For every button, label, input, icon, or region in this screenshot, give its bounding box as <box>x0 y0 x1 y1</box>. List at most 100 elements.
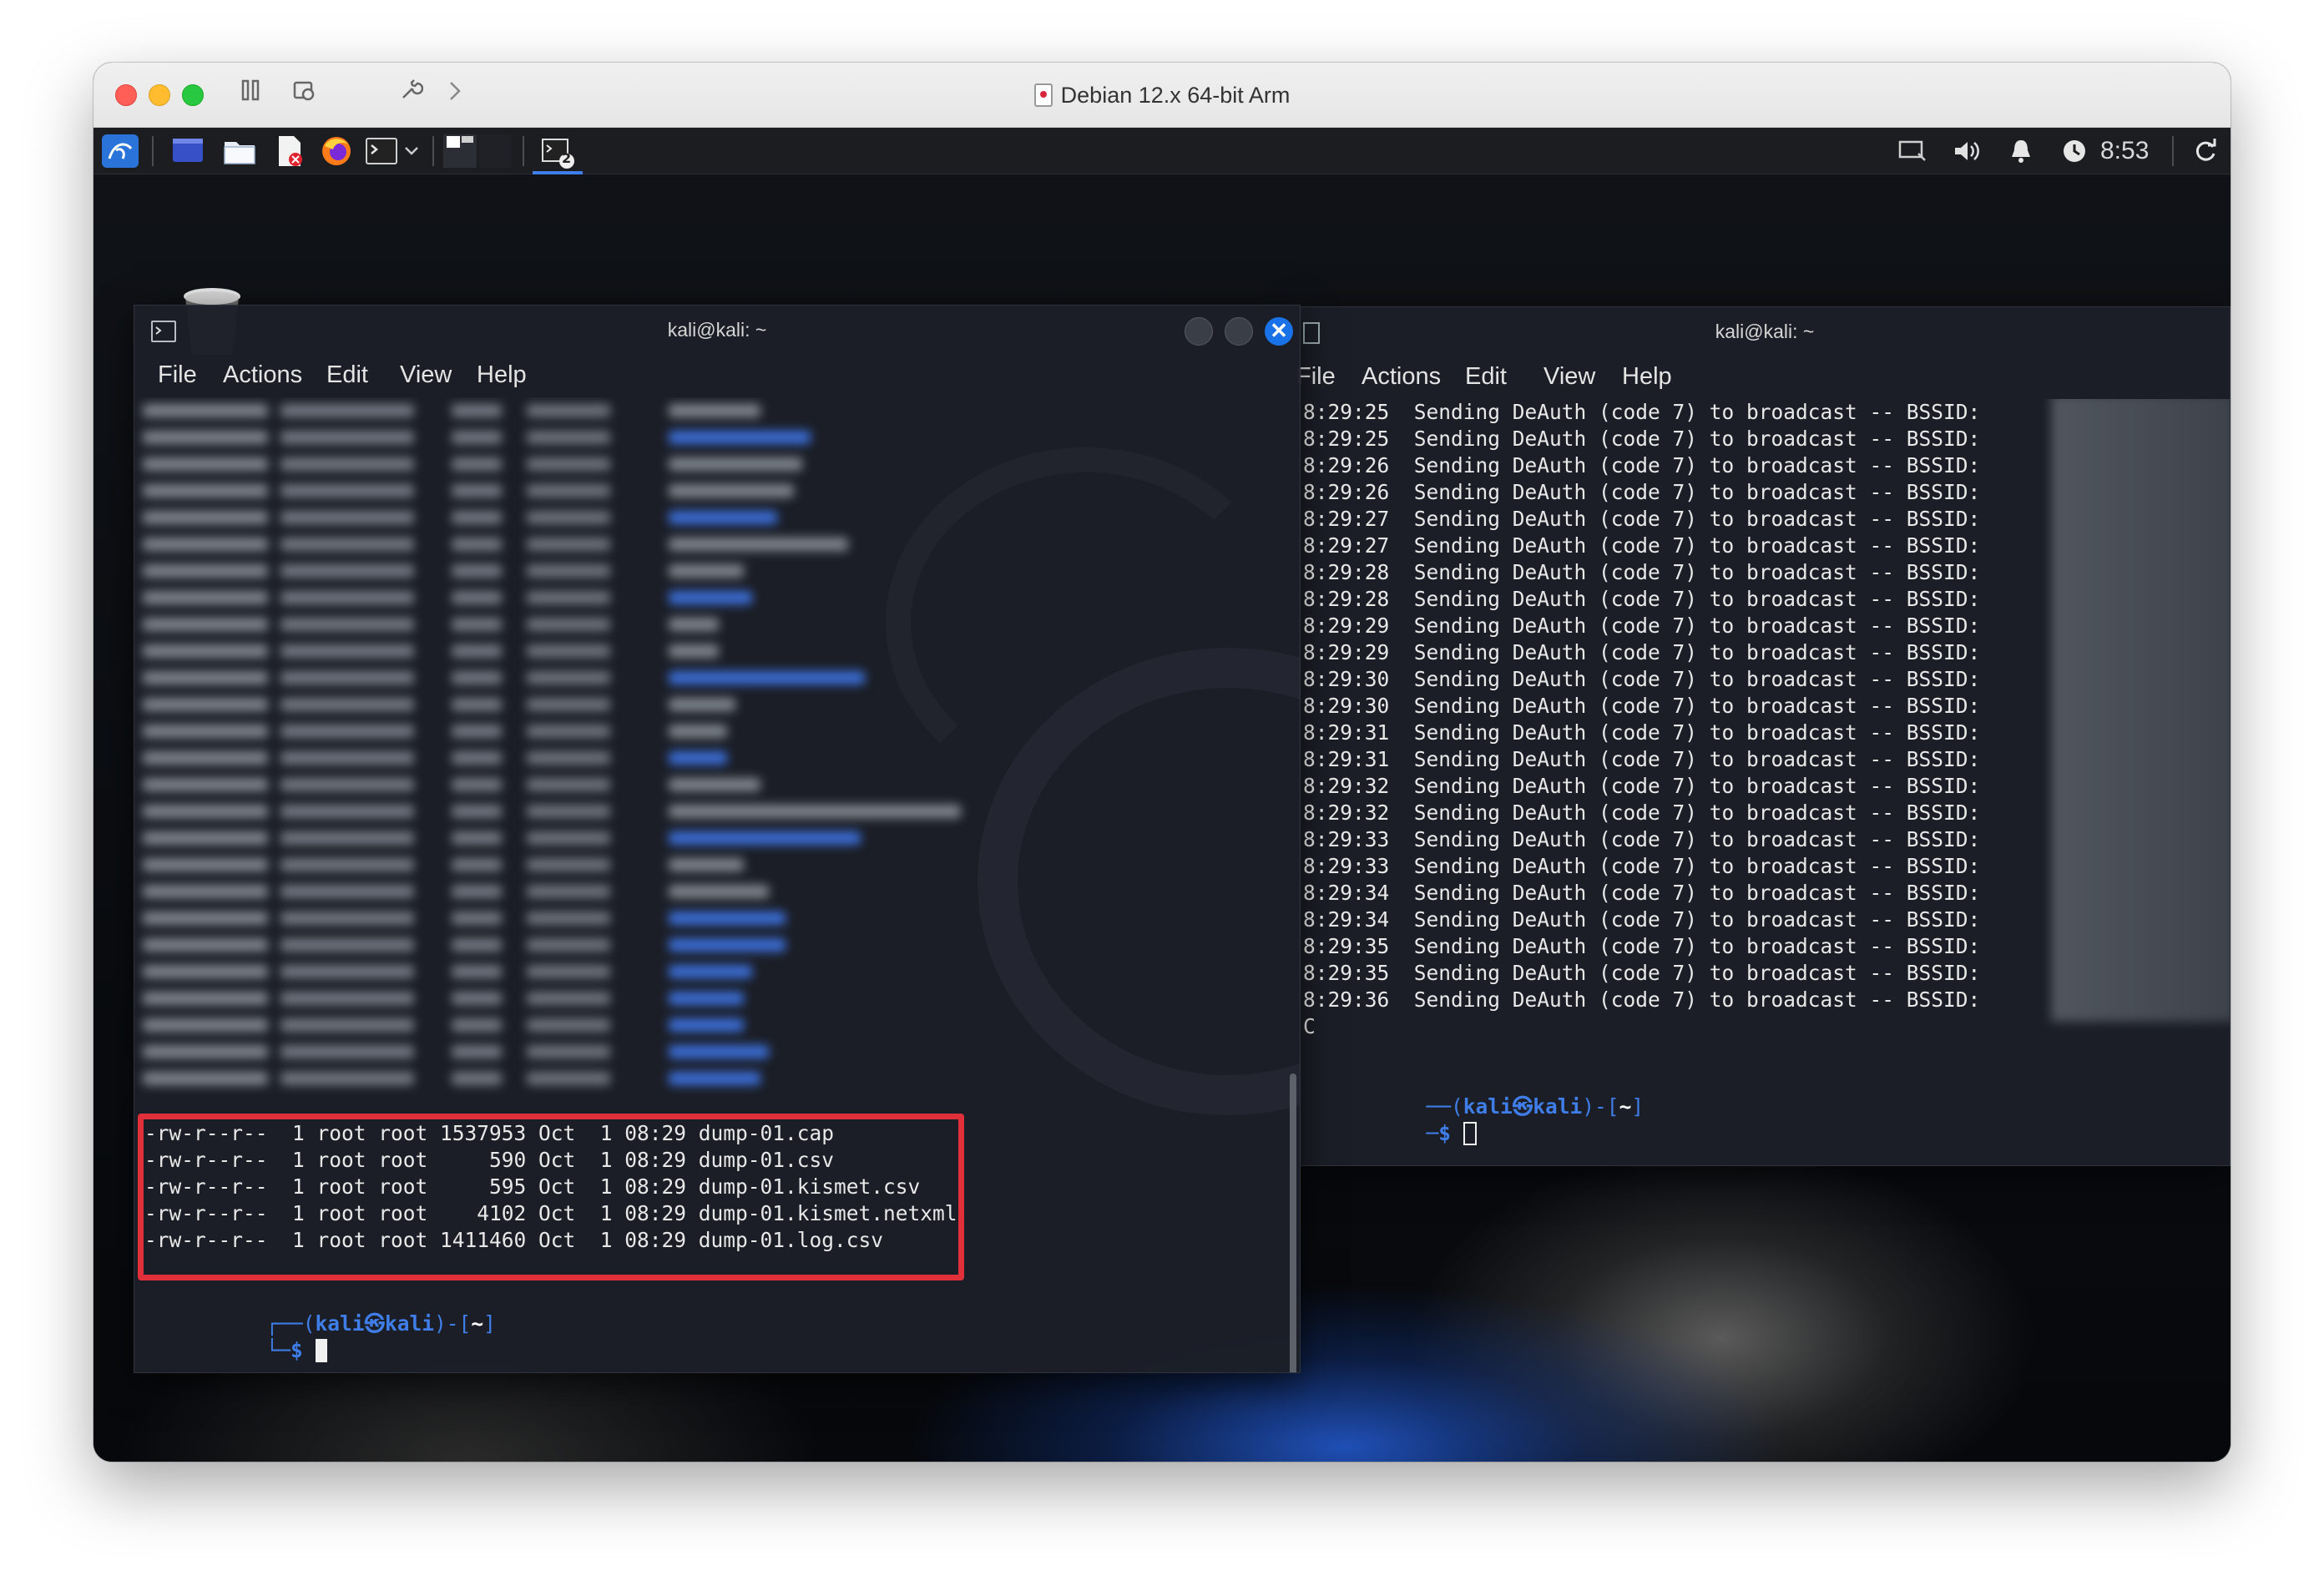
menu-view[interactable]: View <box>1543 356 1595 397</box>
terminal-window-right[interactable]: kali@kali: ~ File Actions Edit View Help… <box>1296 306 2231 1166</box>
prompt-user: kali㉿kali <box>1463 1094 1583 1119</box>
terminal-right-title: kali@kali: ~ <box>1715 321 1815 342</box>
deauth-time: 8:29:31 <box>1303 747 1390 771</box>
deauth-time: 8:29:34 <box>1303 907 1390 932</box>
terminal-right-menubar: File Actions Edit View Help <box>1296 356 2230 397</box>
deauth-message: Sending DeAuth (code 7) to broadcast -- … <box>1413 400 1981 424</box>
menu-help[interactable]: Help <box>1622 356 1672 397</box>
scrollbar[interactable] <box>1290 1073 1296 1372</box>
menu-file[interactable]: File <box>1296 356 1336 397</box>
terminal-left-titlebar[interactable]: kali@kali: ~ ✕ <box>134 306 1300 354</box>
chevron-down-icon[interactable] <box>401 134 422 168</box>
top-panel: 2 8:53 <box>93 128 2231 174</box>
deauth-message: Sending DeAuth (code 7) to broadcast -- … <box>1413 854 1981 878</box>
guest-desktop: 2 8:53 kali@kali: ~ File Actions Edit Vi… <box>93 128 2231 1462</box>
deauth-line: 8:29:27 Sending DeAuth (code 7) to broad… <box>1303 533 1980 559</box>
deauth-line: 8:29:35 Sending DeAuth (code 7) to broad… <box>1303 960 1980 987</box>
deauth-message: Sending DeAuth (code 7) to broadcast -- … <box>1413 907 1981 932</box>
kali-menu-icon[interactable] <box>100 134 140 168</box>
deauth-time: 8:29:35 <box>1303 934 1390 958</box>
deauth-line: 8:29:36 Sending DeAuth (code 7) to broad… <box>1303 987 1980 1013</box>
deauth-line: 8:29:32 Sending DeAuth (code 7) to broad… <box>1303 773 1980 800</box>
file-line-log-csv: -rw-r--r-- 1 root root 1411460 Oct 1 08:… <box>144 1228 884 1252</box>
menu-file[interactable]: File <box>158 354 197 396</box>
deauth-line: 8:29:33 Sending DeAuth (code 7) to broad… <box>1303 853 1980 880</box>
menu-actions[interactable]: Actions <box>1362 356 1441 397</box>
deauth-message: Sending DeAuth (code 7) to broadcast -- … <box>1413 774 1981 798</box>
bell-icon[interactable] <box>2003 134 2039 168</box>
screen-icon[interactable] <box>1895 134 1930 168</box>
deauth-time: 8:29:30 <box>1303 667 1390 691</box>
text-editor-icon[interactable] <box>270 134 309 168</box>
deauth-line: 8:29:28 Sending DeAuth (code 7) to broad… <box>1303 586 1980 613</box>
deauth-message: Sending DeAuth (code 7) to broadcast -- … <box>1413 747 1981 771</box>
file-line-csv: -rw-r--r-- 1 root root 590 Oct 1 08:29 d… <box>144 1148 835 1172</box>
deauth-message: Sending DeAuth (code 7) to broadcast -- … <box>1413 480 1981 504</box>
terminal-icon[interactable] <box>362 134 401 168</box>
deauth-line: 8:29:27 Sending DeAuth (code 7) to broad… <box>1303 506 1980 533</box>
deauth-time: 8:29:25 <box>1303 400 1390 424</box>
deauth-message: Sending DeAuth (code 7) to broadcast -- … <box>1413 587 1981 611</box>
terminal-right-titlebar[interactable]: kali@kali: ~ <box>1300 307 2230 356</box>
deauth-time: 8:29:31 <box>1303 720 1390 745</box>
deauth-line: 8:29:30 Sending DeAuth (code 7) to broad… <box>1303 666 1980 693</box>
prompt-dir: ~ <box>1619 1094 1632 1119</box>
deauth-message: Sending DeAuth (code 7) to broadcast -- … <box>1413 427 1981 451</box>
vm-title: Debian 12.x 64-bit Arm <box>93 63 2231 128</box>
terminal-left-menubar: File Actions Edit View Help <box>134 354 1300 396</box>
menu-edit[interactable]: Edit <box>326 354 368 396</box>
firefox-icon[interactable] <box>317 134 356 168</box>
deauth-message: Sending DeAuth (code 7) to broadcast -- … <box>1413 881 1981 905</box>
volume-icon[interactable] <box>1950 134 1985 168</box>
terminal-left-output[interactable]: -rw-r--r-- 1 root root 1537953 Oct 1 08:… <box>134 397 1300 1372</box>
vm-titlebar: Debian 12.x 64-bit Arm <box>93 63 2231 128</box>
deauth-line: 8:29:33 Sending DeAuth (code 7) to broad… <box>1303 826 1980 853</box>
deauth-time: 8:29:34 <box>1303 881 1390 905</box>
deauth-line: 8:29:31 Sending DeAuth (code 7) to broad… <box>1303 720 1980 746</box>
menu-edit[interactable]: Edit <box>1465 356 1507 397</box>
deauth-line: 8:29:25 Sending DeAuth (code 7) to broad… <box>1303 399 1980 426</box>
file-line-cap: -rw-r--r-- 1 root root 1537953 Oct 1 08:… <box>144 1121 835 1145</box>
deauth-line: 8:29:30 Sending DeAuth (code 7) to broad… <box>1303 693 1980 720</box>
menu-view[interactable]: View <box>400 354 452 396</box>
maximize-button[interactable] <box>1225 317 1253 346</box>
terminal-left-title: kali@kali: ~ <box>667 319 767 341</box>
deauth-message: Sending DeAuth (code 7) to broadcast -- … <box>1413 560 1981 584</box>
deauth-time: 8:29:32 <box>1303 774 1390 798</box>
close-button[interactable]: ✕ <box>1265 317 1293 346</box>
deauth-line: 8:29:34 Sending DeAuth (code 7) to broad… <box>1303 907 1980 933</box>
deauth-line: 8:29:26 Sending DeAuth (code 7) to broad… <box>1303 452 1980 479</box>
deauth-time: 8:29:28 <box>1303 587 1390 611</box>
power-icon[interactable] <box>2057 134 2092 168</box>
blurred-directory-listing <box>134 397 1019 1107</box>
vm-title-text: Debian 12.x 64-bit Arm <box>1060 83 1291 108</box>
deauth-time: 8:29:33 <box>1303 854 1390 878</box>
workspace-switcher-icon[interactable] <box>439 134 516 168</box>
prompt-input-right[interactable]: ─$ <box>1303 1094 1477 1145</box>
deauth-message: Sending DeAuth (code 7) to broadcast -- … <box>1413 614 1981 638</box>
deauth-line: 8:29:34 Sending DeAuth (code 7) to broad… <box>1303 880 1980 907</box>
panel-clock[interactable]: 8:53 <box>2100 128 2149 174</box>
refresh-icon[interactable] <box>2189 134 2222 168</box>
deauth-line: 8:29:31 Sending DeAuth (code 7) to broad… <box>1303 746 1980 773</box>
task-terminal-icon[interactable]: 2 <box>533 134 583 174</box>
deauth-time: 8:29:29 <box>1303 614 1390 638</box>
file-line-kismet-netxml: -rw-r--r-- 1 root root 4102 Oct 1 08:29 … <box>144 1201 957 1225</box>
deauth-message: Sending DeAuth (code 7) to broadcast -- … <box>1413 453 1981 477</box>
deauth-message: Sending DeAuth (code 7) to broadcast -- … <box>1413 667 1981 691</box>
terminal-right-output[interactable]: 8:29:25 Sending DeAuth (code 7) to broad… <box>1300 399 2230 1165</box>
deauth-message: Sending DeAuth (code 7) to broadcast -- … <box>1413 801 1981 825</box>
desktop-icon[interactable] <box>169 134 207 168</box>
menu-actions[interactable]: Actions <box>223 354 302 396</box>
deauth-time: 8:29:26 <box>1303 453 1390 477</box>
deauth-message: Sending DeAuth (code 7) to broadcast -- … <box>1413 987 1981 1012</box>
text-cursor <box>1463 1122 1477 1145</box>
minimize-button[interactable] <box>1185 317 1213 346</box>
prompt-input-left[interactable]: └─$ <box>143 1311 327 1362</box>
file-manager-icon[interactable] <box>220 134 259 168</box>
menu-help[interactable]: Help <box>477 354 527 396</box>
deauth-line: 8:29:25 Sending DeAuth (code 7) to broad… <box>1303 426 1980 452</box>
deauth-message: Sending DeAuth (code 7) to broadcast -- … <box>1413 507 1981 531</box>
terminal-window-left[interactable]: kali@kali: ~ ✕ File Actions Edit View He… <box>134 305 1301 1373</box>
text-cursor <box>315 1339 327 1362</box>
